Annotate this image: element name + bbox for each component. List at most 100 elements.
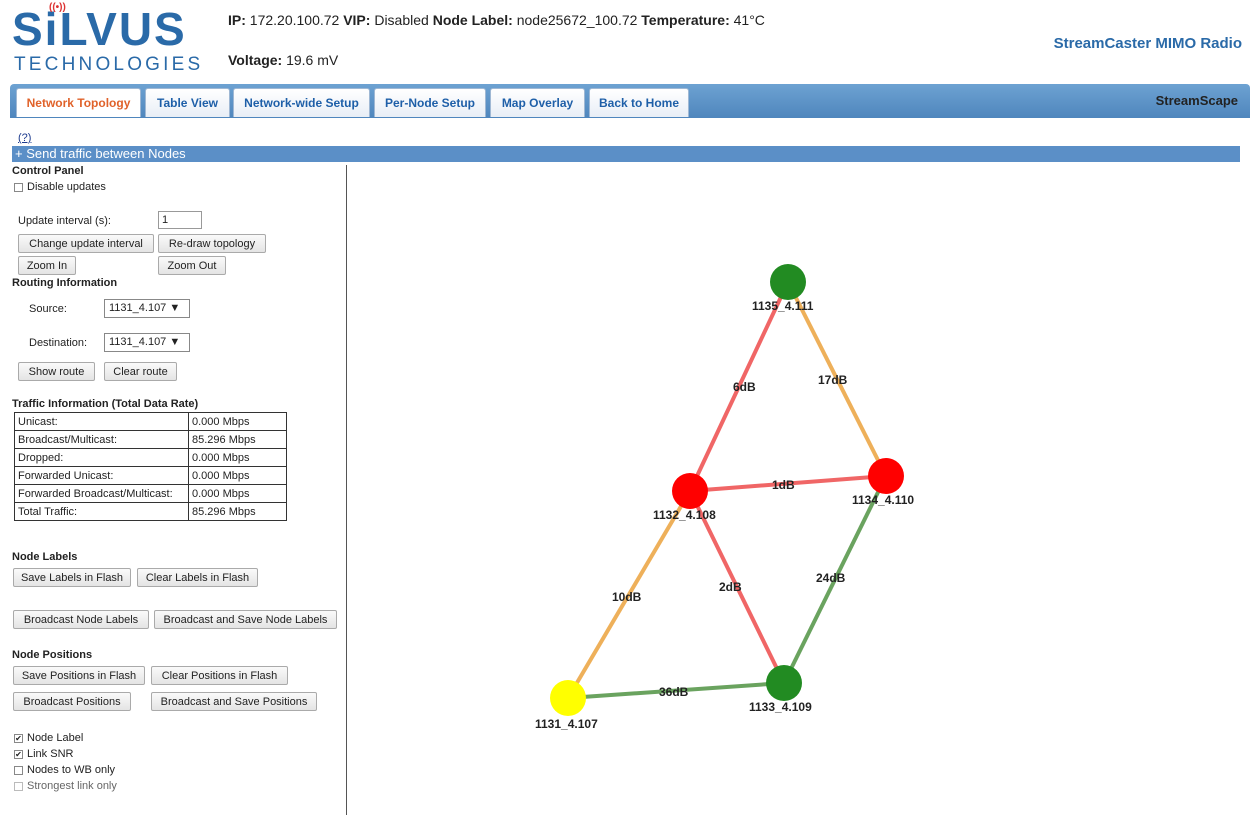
link-labels: 6dB 17dB 1dB 2dB 24dB 10dB 36dB <box>612 373 848 699</box>
traffic-name: Dropped: <box>14 448 189 467</box>
node-circle[interactable] <box>770 264 806 300</box>
link-label: 24dB <box>816 571 846 585</box>
table-row: Total Traffic: 85.296 Mbps <box>14 502 287 521</box>
node-label: 1133_4.109 <box>749 700 812 714</box>
traffic-value: 0.000 Mbps <box>188 466 287 485</box>
temperature-label: Temperature: <box>641 12 730 28</box>
broadcast-save-labels-button[interactable]: Broadcast and Save Node Labels <box>154 610 337 629</box>
save-positions-button[interactable]: Save Positions in Flash <box>13 666 145 685</box>
traffic-table: Unicast: 0.000 Mbps Broadcast/Multicast: 8… <box>14 412 287 521</box>
disable-updates-label: Disable updates <box>27 181 106 193</box>
disable-updates-checkbox[interactable] <box>14 183 23 192</box>
strongest-link-option: Strongest link only <box>27 780 117 792</box>
zoom-in-button[interactable]: Zoom In <box>18 256 76 275</box>
redraw-topology-button[interactable]: Re-draw topology <box>158 234 266 253</box>
destination-select[interactable]: 1131_4.107 ▼ <box>104 333 190 352</box>
destination-label: Destination: <box>29 337 88 349</box>
node-label: 1131_4.107 <box>535 717 598 731</box>
traffic-value: 0.000 Mbps <box>188 484 287 503</box>
tab-network-wide-setup[interactable]: Network-wide Setup <box>233 88 370 117</box>
node-label: 1132_4.108 <box>653 508 716 522</box>
tab-per-node-setup[interactable]: Per-Node Setup <box>374 88 486 117</box>
link-label: 2dB <box>719 580 742 594</box>
node-circle[interactable] <box>550 680 586 716</box>
traffic-value: 0.000 Mbps <box>188 412 287 431</box>
ip-value: 172.20.100.72 <box>249 12 340 28</box>
status-line: IP: 172.20.100.72 VIP: Disabled Node Lab… <box>228 12 765 28</box>
node-circle[interactable] <box>672 473 708 509</box>
logo-wordmark: SiLVUS <box>12 3 187 55</box>
temperature-value: 41°C <box>733 12 765 28</box>
vip-label: VIP: <box>343 12 371 28</box>
node-labels: 1135_4.111 1134_4.110 1132_4.108 1133_4.… <box>535 299 914 731</box>
product-name: StreamCaster MIMO Radio <box>1053 35 1242 52</box>
source-label: Source: <box>29 303 67 315</box>
broadcast-labels-button[interactable]: Broadcast Node Labels <box>13 610 149 629</box>
link-label: 6dB <box>733 380 756 394</box>
tab-back-to-home[interactable]: Back to Home <box>589 88 689 117</box>
save-labels-button[interactable]: Save Labels in Flash <box>13 568 131 587</box>
node-label-label: Node Label: <box>432 12 513 28</box>
zoom-out-button[interactable]: Zoom Out <box>158 256 226 275</box>
vip-value: Disabled <box>374 12 429 28</box>
streamscape-label: StreamScape <box>1155 93 1238 108</box>
table-row: Unicast: 0.000 Mbps <box>14 412 287 431</box>
strongest-link-checkbox[interactable] <box>14 782 23 791</box>
clear-route-button[interactable]: Clear route <box>104 362 177 381</box>
node-label-option: Node Label <box>27 732 84 744</box>
node-label-value: node25672_100.72 <box>516 12 638 28</box>
update-interval-input[interactable]: 1 <box>158 211 202 229</box>
link-label: 17dB <box>818 373 848 387</box>
silvus-logo: SiLVUS ((•)) TECHNOLOGIES <box>12 2 204 76</box>
traffic-name: Broadcast/Multicast: <box>14 430 189 449</box>
source-select[interactable]: 1131_4.107 ▼ <box>104 299 190 318</box>
traffic-name: Unicast: <box>14 412 189 431</box>
link-label: 36dB <box>659 685 689 699</box>
voltage-value: 19.6 mV <box>286 52 339 68</box>
link-snr-checkbox[interactable]: ✔ <box>14 750 23 759</box>
links <box>566 281 888 700</box>
signal-icon: ((•)) <box>49 2 66 13</box>
main-tab-bar: Network Topology Table View Network-wide… <box>10 84 1250 118</box>
voltage-label: Voltage: <box>228 52 283 68</box>
node-label-checkbox[interactable]: ✔ <box>14 734 23 743</box>
traffic-title: Traffic Information (Total Data Rate) <box>12 398 199 410</box>
traffic-value: 85.296 Mbps <box>188 430 287 449</box>
nodes-to-wb-option: Nodes to WB only <box>27 764 116 776</box>
node-circle[interactable] <box>868 458 904 494</box>
traffic-name: Total Traffic: <box>14 502 189 521</box>
clear-labels-button[interactable]: Clear Labels in Flash <box>137 568 258 587</box>
ip-label: IP: <box>228 12 246 28</box>
topology-graph[interactable]: 6dB 17dB 1dB 2dB 24dB 10dB 36dB 1135_4.1… <box>347 165 1252 815</box>
traffic-value: 85.296 Mbps <box>188 502 287 521</box>
link-snr-option: Link SNR <box>27 748 74 760</box>
change-update-interval-button[interactable]: Change update interval <box>18 234 154 253</box>
link-label: 10dB <box>612 590 642 604</box>
broadcast-positions-button[interactable]: Broadcast Positions <box>13 692 131 711</box>
link-label: 1dB <box>772 478 795 492</box>
control-panel-title: Control Panel <box>12 165 84 177</box>
update-interval-label: Update interval (s): <box>18 215 111 227</box>
node-circle[interactable] <box>766 665 802 701</box>
node-labels-title: Node Labels <box>12 551 78 563</box>
table-row: Broadcast/Multicast: 85.296 Mbps <box>14 430 287 449</box>
traffic-name: Forwarded Unicast: <box>14 466 189 485</box>
table-row: Forwarded Broadcast/Multicast: 0.000 Mbps <box>14 484 287 503</box>
node-label: 1135_4.111 <box>752 299 814 313</box>
routing-title: Routing Information <box>12 277 118 289</box>
traffic-value: 0.000 Mbps <box>188 448 287 467</box>
nodes-to-wb-checkbox[interactable] <box>14 766 23 775</box>
broadcast-save-positions-button[interactable]: Broadcast and Save Positions <box>151 692 317 711</box>
logo-subtitle: TECHNOLOGIES <box>14 54 204 75</box>
tab-map-overlay[interactable]: Map Overlay <box>490 88 585 117</box>
table-row: Dropped: 0.000 Mbps <box>14 448 287 467</box>
tab-table-view[interactable]: Table View <box>145 88 230 117</box>
clear-positions-button[interactable]: Clear Positions in Flash <box>151 666 288 685</box>
voltage-line: Voltage: 19.6 mV <box>228 52 338 68</box>
send-traffic-toggle[interactable]: + Send traffic between Nodes <box>12 146 1240 162</box>
help-link[interactable]: (?) <box>18 132 31 144</box>
traffic-name: Forwarded Broadcast/Multicast: <box>14 484 189 503</box>
show-route-button[interactable]: Show route <box>18 362 95 381</box>
node-positions-title: Node Positions <box>12 649 93 661</box>
tab-network-topology[interactable]: Network Topology <box>16 88 141 117</box>
